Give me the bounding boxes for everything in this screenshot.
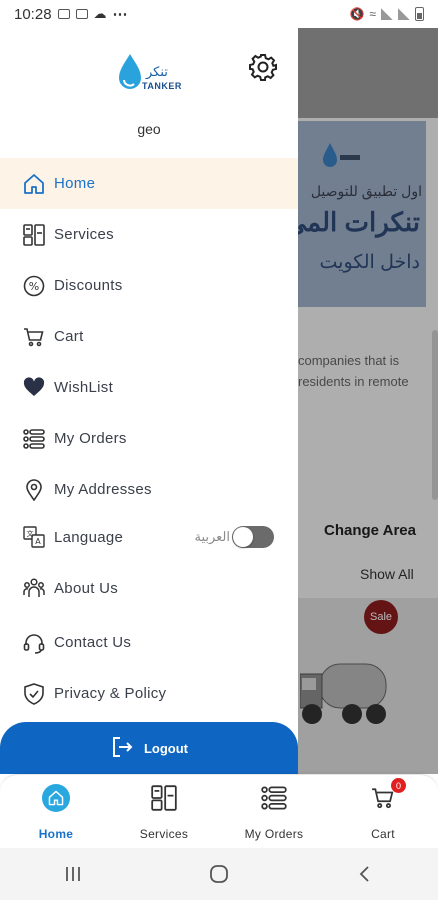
menu-label-cart: Cart — [54, 328, 84, 345]
wifi-icon: ≈ — [369, 7, 376, 21]
orders-icon — [22, 427, 46, 451]
nav-my-orders[interactable]: My Orders — [224, 775, 324, 849]
home-icon — [22, 172, 46, 196]
signal-icon — [381, 8, 393, 20]
settings-gear-icon[interactable] — [248, 52, 278, 82]
location-pin-icon — [22, 478, 46, 502]
nav-home[interactable]: Home — [6, 775, 106, 849]
home-circle-icon — [210, 865, 228, 883]
menu-item-discounts[interactable]: % Discounts — [0, 260, 298, 311]
home-icon — [41, 783, 71, 813]
menu-label-services: Services — [54, 226, 114, 243]
menu-label-wishlist: WishList — [54, 379, 114, 396]
drawer-scrim[interactable] — [298, 28, 438, 774]
more-notifications-icon: ⋯ — [112, 6, 130, 23]
nav-home-label: Home — [38, 827, 74, 841]
percent-icon: % — [22, 274, 46, 298]
people-icon — [22, 576, 46, 600]
heart-icon — [22, 376, 46, 400]
water-drop-icon: تنكر — [119, 54, 168, 89]
svg-text:تنكر: تنكر — [145, 65, 168, 80]
system-navigation-bar — [0, 848, 438, 900]
menu-item-language[interactable]: 文A Language العربية — [0, 515, 298, 559]
arabic-language-label: العربية — [194, 529, 230, 544]
svg-text:文: 文 — [27, 529, 34, 538]
status-time: 10:28 — [14, 5, 52, 23]
cart-icon: 0 — [368, 778, 406, 813]
signal-2-icon — [398, 8, 410, 20]
nav-cart-label: Cart — [371, 827, 395, 841]
headset-icon — [22, 631, 46, 655]
svg-text:A: A — [35, 537, 41, 546]
gallery-icon — [57, 9, 70, 19]
menu-label-my-addresses: My Addresses — [54, 481, 152, 498]
menu-label-contact-us: Contact Us — [54, 634, 132, 651]
logout-label: Logout — [143, 740, 189, 756]
menu-label-discounts: Discounts — [54, 277, 123, 294]
toggle-knob — [233, 527, 253, 547]
user-name: geo — [137, 121, 161, 137]
menu-item-about-us[interactable]: About Us — [0, 559, 298, 617]
tanker-logo: تنكر TANKER — [116, 52, 186, 98]
orders-icon — [259, 783, 289, 813]
nav-cart[interactable]: 0 Cart — [333, 775, 433, 849]
services-icon — [22, 223, 46, 247]
status-bar: 10:28 ☁ ⋯ 🔇 ≈ — [0, 0, 438, 28]
cart-count-badge: 0 — [391, 778, 406, 793]
recent-apps-button[interactable] — [53, 854, 93, 894]
svg-text:%: % — [29, 280, 39, 293]
menu-item-privacy-policy[interactable]: Privacy & Policy — [0, 668, 298, 719]
menu-item-contact-us[interactable]: Contact Us — [0, 617, 298, 668]
menu-item-home[interactable]: Home — [0, 158, 298, 209]
menu-item-services[interactable]: Services — [0, 209, 298, 260]
bottom-navigation: Home Services My Orders 0 Cart — [0, 774, 438, 848]
recents-icon — [66, 867, 80, 881]
back-chevron-icon — [359, 866, 369, 882]
menu-label-home: Home — [54, 175, 96, 192]
menu-label-language: Language — [54, 528, 124, 546]
menu-item-cart[interactable]: Cart — [0, 311, 298, 362]
nav-my-orders-label: My Orders — [244, 827, 304, 841]
shield-icon — [22, 682, 46, 706]
nav-services-label: Services — [139, 827, 189, 841]
home-system-button[interactable] — [199, 854, 239, 894]
mail-icon — [75, 9, 88, 19]
battery-icon — [415, 7, 424, 21]
back-button[interactable] — [345, 854, 385, 894]
menu-label-privacy-policy: Privacy & Policy — [54, 685, 167, 702]
menu-item-wishlist[interactable]: WishList — [0, 362, 298, 413]
logout-button[interactable]: Logout — [0, 722, 298, 774]
cart-icon — [22, 325, 46, 349]
menu-label-about-us: About Us — [54, 579, 119, 597]
cloud-icon: ☁ — [93, 6, 107, 21]
mute-icon: 🔇 — [349, 7, 365, 21]
logout-icon — [110, 735, 134, 762]
language-switch: العربية — [194, 526, 274, 548]
nav-services[interactable]: Services — [114, 775, 214, 849]
translate-icon: 文A — [22, 525, 46, 549]
services-icon — [149, 783, 179, 813]
menu-item-my-addresses[interactable]: My Addresses — [0, 464, 298, 515]
language-toggle[interactable] — [232, 526, 274, 548]
navigation-drawer: تنكر TANKER geo Home Services % Discount… — [0, 28, 298, 774]
menu-item-my-orders[interactable]: My Orders — [0, 413, 298, 464]
menu-label-my-orders: My Orders — [54, 430, 127, 447]
drawer-menu: Home Services % Discounts Cart WishList — [0, 158, 298, 719]
logo-text: TANKER — [142, 81, 182, 91]
